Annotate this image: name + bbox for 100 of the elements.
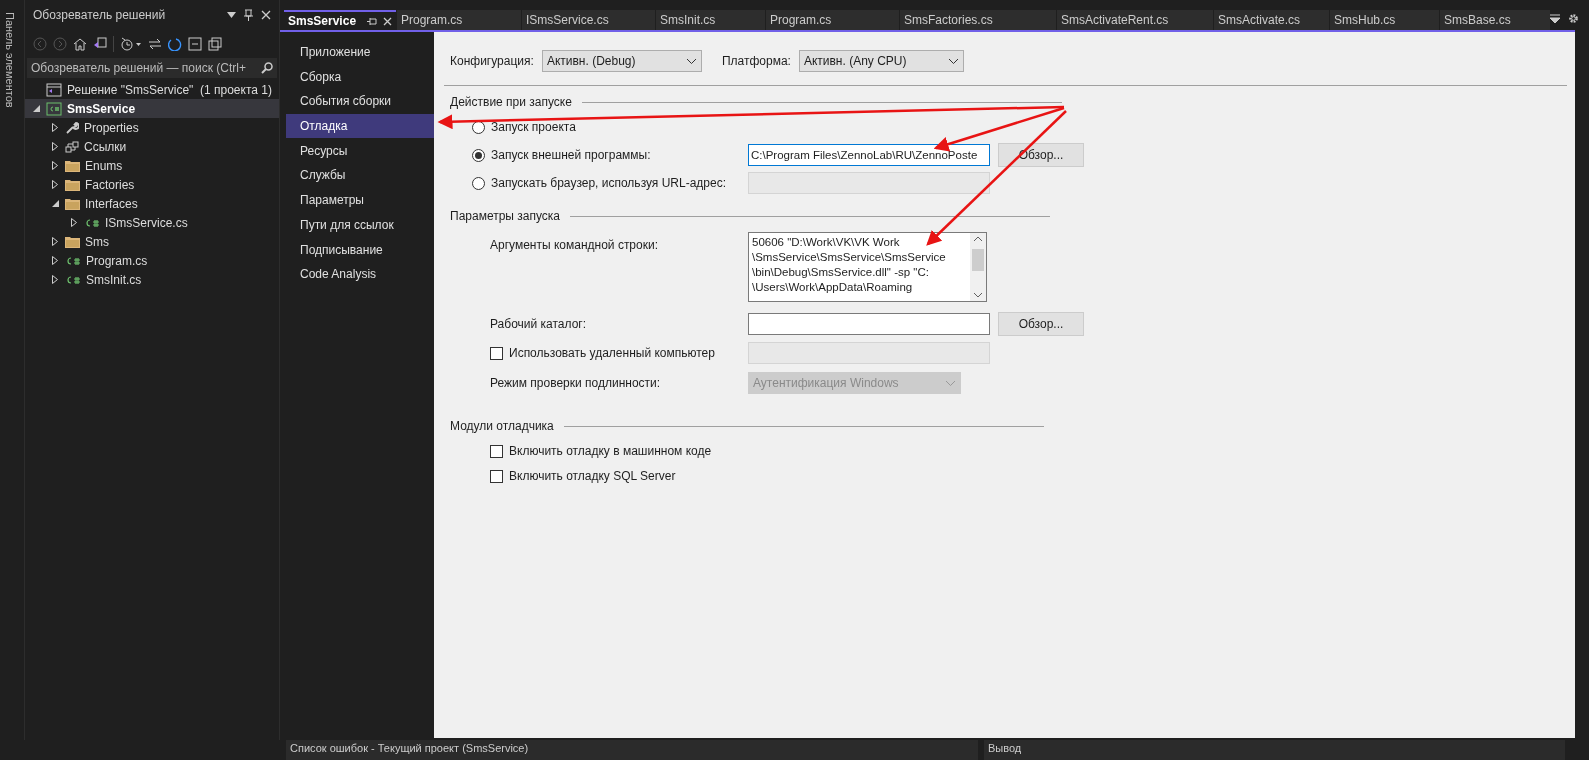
editor-tab[interactable]: ISmsService.cs (522, 10, 655, 30)
expand-arrow-icon[interactable] (52, 237, 58, 246)
radio-button[interactable] (472, 148, 485, 162)
folder-icon (65, 197, 80, 210)
pin-icon[interactable] (367, 16, 377, 26)
panel-title: Список ошибок - Текущий проект (SmsService) (290, 741, 529, 756)
checkbox[interactable] (490, 444, 503, 458)
sync-icon[interactable] (148, 37, 162, 51)
nav-item[interactable]: События сборки (286, 89, 434, 114)
tree-item[interactable]: SmsInit.cs (25, 270, 279, 289)
field-label: Аргументы командной строки: (490, 237, 659, 254)
tree-item[interactable]: Program.cs (25, 251, 279, 270)
collapse-arrow-icon[interactable] (51, 200, 59, 207)
expand-arrow-icon[interactable] (52, 161, 58, 170)
browse-button[interactable]: Обзор... (998, 312, 1084, 336)
editor-tab[interactable]: Program.cs (397, 10, 521, 30)
toolbox-tab[interactable]: Панель элементов (1, 12, 18, 108)
tree-item[interactable]: Ссылки (25, 137, 279, 156)
tree-item[interactable]: Properties (25, 118, 279, 137)
tree-item[interactable]: Enums (25, 156, 279, 175)
nav-item[interactable]: Параметры (286, 188, 434, 213)
checkbox[interactable] (490, 469, 503, 483)
editor-tab[interactable]: SmsActivate.cs (1214, 10, 1329, 30)
editor-tab[interactable]: SmsBase.cs (1440, 10, 1550, 30)
settings-icon[interactable] (1568, 13, 1579, 24)
csharp-file-icon (84, 216, 100, 229)
expand-arrow-icon[interactable] (52, 180, 58, 189)
close-icon[interactable] (383, 16, 392, 26)
folder-icon (65, 235, 80, 248)
panel-title: Обозреватель решений (33, 7, 166, 24)
close-icon[interactable] (261, 10, 271, 20)
tree-item[interactable]: Sms (25, 232, 279, 251)
solution-switch-icon[interactable] (93, 37, 107, 51)
section-title: Параметры запуска (450, 208, 561, 225)
expand-arrow-icon[interactable] (52, 256, 58, 265)
field-label: Рабочий каталог: (490, 316, 588, 333)
option-label: Включить отладку в машинном коде (509, 443, 712, 460)
tree-item[interactable]: ISmsService.cs (25, 213, 279, 232)
dropdown-icon[interactable] (227, 12, 236, 18)
browse-button[interactable]: Обзор... (998, 143, 1084, 167)
editor-tab[interactable]: SmsFactories.cs (900, 10, 1056, 30)
nav-item[interactable]: Подписывание (286, 237, 434, 262)
tab-list-icon[interactable] (1550, 13, 1560, 24)
expand-arrow-icon[interactable] (52, 275, 58, 284)
nav-item[interactable]: Сборка (286, 64, 434, 89)
field-label: Платформа: (721, 53, 791, 70)
option-label: Запуск проекта (491, 119, 576, 136)
field-label: Режим проверки подлинности: (490, 375, 662, 392)
chevron-down-icon (685, 57, 697, 65)
option-label: Запускать браузер, используя URL-адрес: (491, 175, 727, 192)
folder-icon (65, 178, 80, 191)
option-label: Запуск внешней программы: (491, 147, 651, 164)
nav-item[interactable]: Code Analysis (286, 262, 434, 287)
scroll-down-icon[interactable] (974, 293, 982, 298)
option-label: Использовать удаленный компьютер (509, 345, 715, 362)
panel-title: Вывод (988, 741, 1022, 756)
csharp-file-icon (65, 254, 81, 267)
text-area[interactable]: 50606 "D:\Work\VK\VK Work \SmsService\SmsService\SmsService \bin\Debug\SmsService.dll" -sp "C: \Users\Work\AppData\Roaming (748, 232, 987, 302)
editor-tab[interactable]: SmsHub.cs (1330, 10, 1439, 30)
editor-tab[interactable]: SmsInit.cs (656, 10, 765, 30)
csharp-file-icon (65, 273, 81, 286)
nav-item[interactable]: Службы (286, 163, 434, 188)
scroll-up-icon[interactable] (974, 236, 982, 241)
collapse-arrow-icon[interactable] (32, 105, 40, 112)
text-field[interactable] (748, 313, 990, 335)
section-title: Модули отладчика (450, 418, 554, 435)
home-icon[interactable] (73, 37, 87, 51)
copy-icon[interactable] (208, 37, 222, 51)
tree-item[interactable]: Interfaces (25, 194, 279, 213)
dropdown[interactable]: Активн. (Any CPU) (798, 50, 964, 72)
folder-icon (65, 159, 80, 172)
search-field[interactable]: Обозреватель решений — поиск (Ctrl+ (27, 58, 277, 78)
wrench-icon (65, 120, 79, 135)
history-icon[interactable] (120, 37, 142, 51)
editor-tab[interactable]: Program.cs (766, 10, 899, 30)
editor-tab[interactable]: SmsActivateRent.cs (1057, 10, 1213, 30)
collapse-all-icon[interactable] (188, 37, 202, 51)
nav-item[interactable]: Отладка (286, 114, 434, 139)
checkbox[interactable] (490, 346, 503, 360)
solution-icon (46, 82, 62, 97)
expand-arrow-icon[interactable] (52, 142, 58, 151)
scrollbar[interactable] (970, 233, 986, 301)
tree-item[interactable]: Решение "SmsService" (1 проекта 1) (25, 80, 279, 99)
section-title: Действие при запуске (450, 94, 572, 111)
tree-item[interactable]: SmsService (25, 99, 279, 118)
chevron-down-icon (947, 57, 959, 65)
search-icon[interactable] (261, 62, 273, 74)
chevron-down-icon (945, 379, 956, 387)
nav-item[interactable]: Приложение (286, 40, 434, 64)
csharp-project-icon (46, 101, 62, 116)
expand-arrow-icon[interactable] (71, 218, 77, 227)
pin-icon[interactable] (244, 9, 253, 21)
expand-arrow-icon[interactable] (52, 123, 58, 132)
text-field[interactable]: C:\Program Files\ZennoLab\RU\ZennoPoste (748, 144, 990, 166)
dropdown[interactable]: Активн. (Debug) (541, 50, 702, 72)
nav-item[interactable]: Ресурсы (286, 138, 434, 163)
nav-item[interactable]: Пути для ссылок (286, 212, 434, 237)
tree-item[interactable]: Factories (25, 175, 279, 194)
refresh-icon[interactable] (168, 37, 182, 51)
field-label: Конфигурация: (450, 53, 534, 70)
